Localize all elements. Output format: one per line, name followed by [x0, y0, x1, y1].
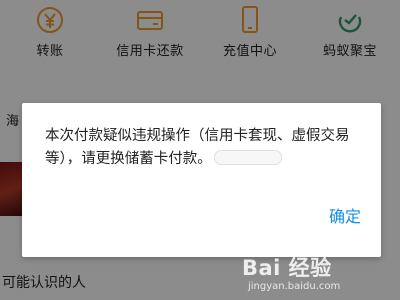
confirm-button[interactable]: 确定: [329, 203, 361, 227]
dialog-message-text: 本次付款疑似违规操作（信用卡套现、虚假交易等），请更换储蓄卡付款。: [45, 128, 350, 167]
dialog-message: 本次付款疑似违规操作（信用卡套现、虚假交易等），请更换储蓄卡付款。: [45, 125, 365, 171]
redacted-card-number: [213, 150, 282, 165]
alert-dialog: 本次付款疑似违规操作（信用卡套现、虚假交易等），请更换储蓄卡付款。 确定: [22, 103, 381, 257]
app-screen: 转账 信用卡还款 充值中心 蚂蚁聚宝 海 可能认识的人 本次付款疑似违规操作（信…: [0, 0, 400, 300]
